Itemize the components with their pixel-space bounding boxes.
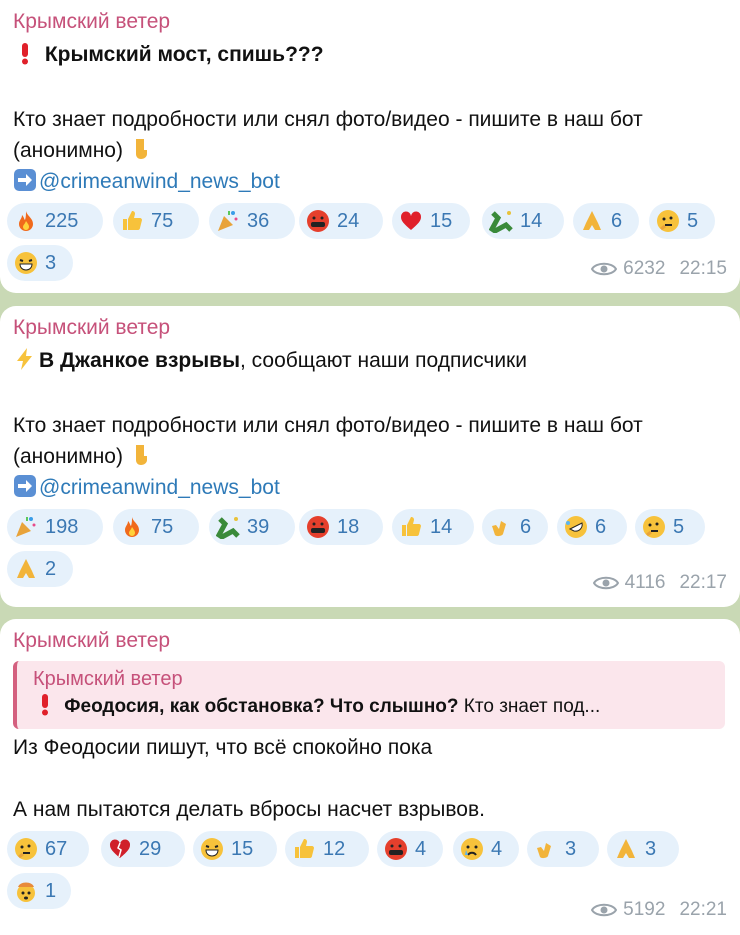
party-popper-icon bbox=[13, 514, 39, 540]
champagne-icon bbox=[215, 514, 241, 540]
message-headline-rest: , сообщают наши подписчики bbox=[240, 349, 527, 372]
reply-author: Крымский ветер bbox=[33, 668, 183, 690]
broken-heart-icon bbox=[107, 836, 133, 862]
reaction-thumbs-up[interactable]: 75 bbox=[113, 203, 199, 239]
grinning-face-icon bbox=[199, 836, 225, 862]
reaction-champagne[interactable]: 39 bbox=[209, 509, 295, 545]
praying-hands-icon bbox=[13, 556, 39, 582]
bot-link[interactable]: @crimeanwind_news_bot bbox=[39, 170, 280, 193]
message-text: Крымский мост, спишь??? bbox=[13, 39, 728, 70]
clapping-hands-icon bbox=[488, 514, 514, 540]
views-count: 5192 bbox=[623, 899, 666, 920]
channel-author[interactable]: Крымский ветер bbox=[13, 8, 740, 36]
message-time: 22:21 bbox=[679, 899, 727, 920]
reaction-clapping[interactable]: 6 bbox=[482, 509, 548, 545]
message-meta: 6232 22:15 bbox=[591, 258, 727, 280]
reaction-heart[interactable]: 15 bbox=[392, 203, 470, 239]
angry-cursing-face-icon bbox=[305, 514, 331, 540]
reaction-fire[interactable]: 75 bbox=[113, 509, 199, 545]
message-body: Из Феодосии пишут, что всё спокойно пока bbox=[13, 736, 433, 759]
thinking-face-icon bbox=[641, 514, 667, 540]
thinking-face-icon bbox=[655, 208, 681, 234]
reaction-angry[interactable]: 18 bbox=[299, 509, 383, 545]
reaction-fire[interactable]: 225 bbox=[7, 203, 103, 239]
reaction-party-popper[interactable]: 36 bbox=[209, 203, 295, 239]
rofl-face-icon bbox=[563, 514, 589, 540]
message-time: 22:15 bbox=[679, 258, 727, 279]
lightning-icon bbox=[17, 348, 32, 370]
reaction-clapping[interactable]: 3 bbox=[527, 831, 599, 867]
reaction-angry[interactable]: 24 bbox=[299, 203, 383, 239]
message-headline: В Джанкое взрывы bbox=[39, 349, 240, 372]
message-bubble[interactable]: Крымский ветер Крымский мост, спишь??? К… bbox=[0, 0, 740, 293]
thinking-face-icon bbox=[13, 836, 39, 862]
praying-hands-icon bbox=[613, 836, 639, 862]
thumbs-up-icon bbox=[398, 514, 424, 540]
arrow-right-icon bbox=[14, 169, 36, 191]
reply-preview: Кто знает под... bbox=[458, 696, 601, 717]
message-headline: Крымский мост, спишь??? bbox=[44, 43, 324, 66]
angry-cursing-face-icon bbox=[383, 836, 409, 862]
reply-headline: Феодосия, как обстановка? Что слышно? bbox=[64, 696, 459, 717]
angry-cursing-face-icon bbox=[305, 208, 331, 234]
bot-link[interactable]: @crimeanwind_news_bot bbox=[39, 476, 280, 499]
heart-icon bbox=[398, 208, 424, 234]
exclamation-icon bbox=[22, 43, 28, 65]
views-count: 6232 bbox=[623, 258, 666, 279]
clapping-hands-icon bbox=[533, 836, 559, 862]
message-body-2: А нам пытаются делать вбросы насчет взры… bbox=[13, 798, 485, 821]
reaction-broken-heart[interactable]: 29 bbox=[101, 831, 185, 867]
message-body: Кто знает подробности или снял фото/виде… bbox=[13, 414, 643, 437]
reaction-thinking[interactable]: 5 bbox=[635, 509, 705, 545]
views-eye-icon bbox=[591, 262, 618, 276]
crying-face-icon bbox=[459, 836, 485, 862]
reaction-praying[interactable]: 6 bbox=[573, 203, 639, 239]
exploding-head-icon bbox=[13, 878, 39, 904]
pointing-down-icon bbox=[135, 445, 147, 465]
channel-author[interactable]: Крымский ветер bbox=[13, 314, 740, 342]
reply-text: Феодосия, как обстановка? Что слышно? Кт… bbox=[33, 692, 725, 722]
message-body: Кто знает подробности или снял фото/виде… bbox=[13, 108, 643, 131]
pointing-down-icon bbox=[135, 139, 147, 159]
reaction-party-popper[interactable]: 198 bbox=[7, 509, 103, 545]
reaction-angry[interactable]: 4 bbox=[377, 831, 443, 867]
message-body-2: (анонимно) bbox=[13, 445, 123, 468]
arrow-right-icon bbox=[14, 475, 36, 497]
reaction-thumbs-up[interactable]: 14 bbox=[392, 509, 474, 545]
reaction-rofl[interactable]: 6 bbox=[557, 509, 627, 545]
reaction-crying[interactable]: 4 bbox=[453, 831, 519, 867]
views-count: 4116 bbox=[624, 572, 666, 593]
reaction-thinking[interactable]: 5 bbox=[649, 203, 715, 239]
exclamation-icon bbox=[42, 694, 48, 716]
reaction-thinking[interactable]: 67 bbox=[7, 831, 89, 867]
reaction-exploding-head[interactable]: 1 bbox=[7, 873, 71, 909]
views-eye-icon bbox=[592, 576, 619, 590]
thumbs-up-icon bbox=[291, 836, 317, 862]
message-bubble[interactable]: Крымский ветер В Джанкое взрывы, сообщаю… bbox=[0, 306, 740, 607]
message-time: 22:17 bbox=[679, 572, 727, 593]
fire-icon bbox=[119, 514, 145, 540]
reaction-grinning[interactable]: 3 bbox=[7, 245, 73, 281]
fire-icon bbox=[13, 208, 39, 234]
praying-hands-icon bbox=[579, 208, 605, 234]
grinning-face-icon bbox=[13, 250, 39, 276]
reaction-praying[interactable]: 2 bbox=[7, 551, 73, 587]
reaction-champagne[interactable]: 14 bbox=[482, 203, 564, 239]
party-popper-icon bbox=[215, 208, 241, 234]
channel-author[interactable]: Крымский ветер bbox=[13, 627, 740, 655]
message-body-2: (анонимно) bbox=[13, 139, 123, 162]
message-bubble[interactable]: Крымский ветер Крымский ветер Феодосия, … bbox=[0, 619, 740, 935]
views-eye-icon bbox=[591, 903, 618, 917]
reply-quote[interactable]: Крымский ветер Феодосия, как обстановка?… bbox=[13, 661, 725, 729]
message-text: В Джанкое взрывы, сообщают наши подписчи… bbox=[13, 345, 728, 376]
thumbs-up-icon bbox=[119, 208, 145, 234]
message-meta: 5192 22:21 bbox=[591, 899, 727, 921]
champagne-icon bbox=[488, 208, 514, 234]
reaction-praying[interactable]: 3 bbox=[607, 831, 679, 867]
reaction-grinning[interactable]: 15 bbox=[193, 831, 277, 867]
reaction-thumbs-up[interactable]: 12 bbox=[285, 831, 369, 867]
message-meta: 4116 22:17 bbox=[592, 572, 727, 594]
